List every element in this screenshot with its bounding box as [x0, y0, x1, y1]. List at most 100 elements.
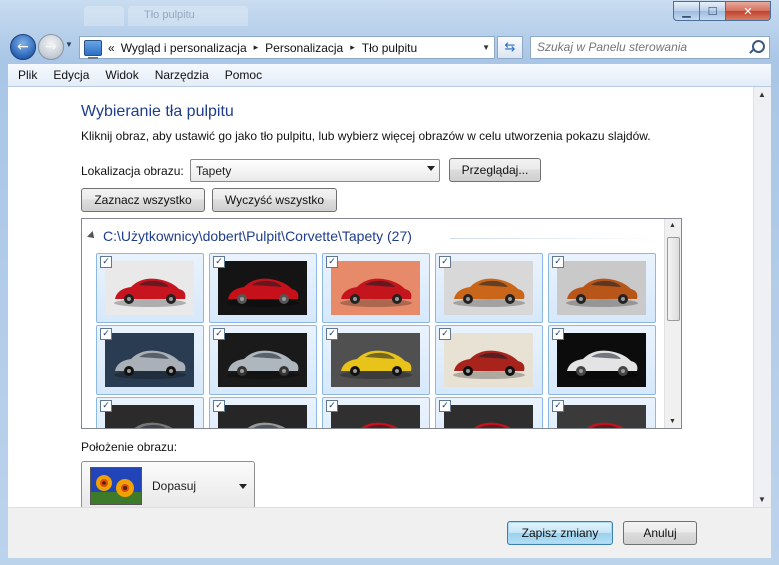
wallpaper-tile[interactable]: ✓	[435, 325, 543, 395]
wallpaper-tile[interactable]: ✓	[96, 325, 204, 395]
wallpaper-thumbnail	[444, 261, 533, 315]
content-pane: Wybieranie tła pulpitu Kliknij obraz, ab…	[8, 87, 771, 513]
wallpaper-thumbnail	[557, 261, 646, 315]
tile-checkbox[interactable]: ✓	[439, 256, 451, 268]
forward-button[interactable]: →	[38, 34, 64, 60]
car-thumbnail-icon	[557, 405, 646, 428]
tile-checkbox[interactable]: ✓	[100, 256, 112, 268]
flower-wallpaper-icon	[91, 468, 141, 504]
location-value: Tapety	[196, 163, 232, 178]
tile-checkbox[interactable]: ✓	[213, 400, 225, 412]
scroll-down-icon[interactable]: ▼	[758, 495, 766, 504]
tile-checkbox[interactable]: ✓	[100, 328, 112, 340]
position-select[interactable]: Dopasuj	[81, 461, 255, 513]
maximize-button[interactable]: ☐	[700, 1, 726, 21]
collapse-triangle-icon[interactable]	[87, 231, 97, 241]
back-button[interactable]: ←	[10, 34, 36, 60]
wallpaper-thumbnail	[105, 261, 194, 315]
wallpaper-tile[interactable]: ✓	[435, 253, 543, 323]
group-divider	[450, 238, 656, 239]
wallpaper-tile[interactable]: ✓	[209, 397, 317, 428]
scroll-up-icon[interactable]: ▲	[669, 222, 676, 229]
car-thumbnail-icon	[331, 333, 420, 387]
location-select[interactable]: Tapety	[190, 159, 440, 182]
car-thumbnail-icon	[218, 333, 307, 387]
menu-tools[interactable]: Narzędzia	[149, 68, 215, 82]
wallpaper-tile[interactable]: ✓	[548, 253, 656, 323]
breadcrumb-overflow[interactable]: «	[108, 41, 115, 55]
wallpaper-tile[interactable]: ✓	[322, 397, 430, 428]
save-changes-button[interactable]: Zapisz zmiany	[507, 521, 613, 545]
tile-checkbox[interactable]: ✓	[213, 328, 225, 340]
wallpaper-thumbnail	[218, 333, 307, 387]
wallpaper-tile[interactable]: ✓	[96, 253, 204, 323]
wallpaper-thumbnail	[218, 261, 307, 315]
wallpaper-thumbnail	[444, 405, 533, 428]
wallpaper-thumbnail	[557, 333, 646, 387]
wallpaper-tile[interactable]: ✓	[322, 325, 430, 395]
tile-checkbox[interactable]: ✓	[439, 400, 451, 412]
gallery-scrollbar[interactable]: ▲ ▼	[664, 219, 681, 428]
tile-checkbox[interactable]: ✓	[326, 400, 338, 412]
wallpaper-thumbnail	[105, 333, 194, 387]
search-icon[interactable]	[752, 40, 765, 53]
chevron-down-icon	[427, 166, 435, 171]
search-input[interactable]	[531, 37, 737, 56]
chevron-down-icon: ▼	[65, 40, 73, 49]
page-subtitle: Kliknij obraz, aby ustawić go jako tło p…	[81, 129, 651, 143]
menu-help[interactable]: Pomoc	[219, 68, 268, 82]
gallery-group-header[interactable]: C:\Użytkownicy\dobert\Pulpit\Corvette\Ta…	[87, 228, 412, 244]
car-thumbnail-icon	[105, 405, 194, 428]
tile-checkbox[interactable]: ✓	[439, 328, 451, 340]
wallpaper-tile[interactable]: ✓	[548, 397, 656, 428]
wallpaper-tile[interactable]: ✓	[96, 397, 204, 428]
address-dropdown-icon[interactable]: ▼	[482, 43, 490, 52]
title-bar: Tło pulpitu ▁ ☐ ✕	[0, 0, 779, 30]
tile-checkbox[interactable]: ✓	[213, 256, 225, 268]
scroll-down-icon[interactable]: ▼	[669, 418, 676, 425]
select-all-button[interactable]: Zaznacz wszystko	[81, 188, 205, 212]
scroll-up-icon[interactable]: ▲	[758, 90, 766, 99]
wallpaper-tile[interactable]: ✓	[548, 325, 656, 395]
breadcrumb-item[interactable]: Wygląd i personalizacja	[121, 41, 247, 55]
tile-checkbox[interactable]: ✓	[100, 400, 112, 412]
clear-all-button[interactable]: Wyczyść wszystko	[212, 188, 337, 212]
wallpaper-tile[interactable]: ✓	[322, 253, 430, 323]
close-button[interactable]: ✕	[726, 1, 771, 21]
refresh-icon: ⇆	[504, 40, 516, 55]
wallpaper-tile[interactable]: ✓	[435, 397, 543, 428]
address-bar[interactable]: « Wygląd i personalizacja ▸ Personalizac…	[79, 36, 495, 59]
cancel-button[interactable]: Anuluj	[623, 521, 697, 545]
wallpaper-tile[interactable]: ✓	[209, 325, 317, 395]
breadcrumb-item[interactable]: Tło pulpitu	[362, 41, 417, 55]
wallpaper-thumbnail	[331, 333, 420, 387]
minimize-button[interactable]: ▁	[673, 1, 700, 21]
ghost-tab: Tło pulpitu	[128, 6, 248, 26]
content-scrollbar[interactable]: ▲ ▼	[753, 87, 771, 507]
search-box[interactable]	[530, 36, 770, 59]
tile-checkbox[interactable]: ✓	[552, 400, 564, 412]
tile-checkbox[interactable]: ✓	[552, 328, 564, 340]
wallpaper-tile[interactable]: ✓	[209, 253, 317, 323]
forward-arrow-icon: →	[45, 39, 57, 55]
menu-edit[interactable]: Edycja	[47, 68, 95, 82]
menu-view[interactable]: Widok	[99, 68, 144, 82]
maximize-icon: ☐	[707, 4, 718, 18]
recent-pages-dropdown[interactable]: ▼	[65, 40, 73, 49]
car-thumbnail-icon	[444, 261, 533, 315]
scroll-thumb[interactable]	[667, 237, 680, 321]
refresh-button[interactable]: ⇆	[497, 36, 523, 59]
browse-button[interactable]: Przeglądaj...	[449, 158, 541, 182]
wallpaper-thumbnail	[444, 333, 533, 387]
menu-bar: Plik Edycja Widok Narzędzia Pomoc	[8, 64, 771, 87]
breadcrumb-separator[interactable]: ▸	[350, 42, 355, 53]
menu-file[interactable]: Plik	[12, 68, 43, 82]
wallpaper-thumbnail	[331, 261, 420, 315]
tile-checkbox[interactable]: ✓	[326, 256, 338, 268]
car-thumbnail-icon	[444, 333, 533, 387]
tile-checkbox[interactable]: ✓	[552, 256, 564, 268]
breadcrumb-separator[interactable]: ▸	[254, 42, 259, 53]
car-thumbnail-icon	[331, 405, 420, 428]
tile-checkbox[interactable]: ✓	[326, 328, 338, 340]
breadcrumb-item[interactable]: Personalizacja	[265, 41, 343, 55]
